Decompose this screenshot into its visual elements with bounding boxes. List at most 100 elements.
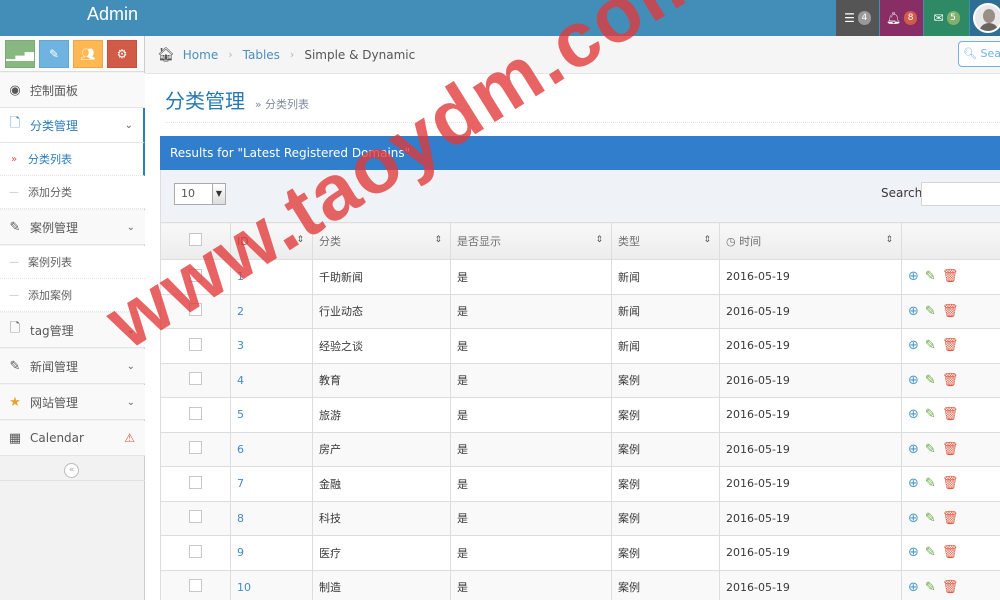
trash-icon[interactable]: 🗑︎: [942, 338, 959, 353]
pencil-icon[interactable]: ✎: [925, 304, 936, 319]
trash-icon[interactable]: 🗑︎: [942, 407, 959, 422]
row-visible: 是: [450, 431, 612, 467]
zoom-in-icon[interactable]: ⊕: [908, 545, 919, 560]
row-checkbox[interactable]: [189, 544, 202, 558]
tasks-icon: ☰: [844, 11, 855, 25]
column-header-id[interactable]: ID ⇕: [230, 222, 313, 260]
brand-title[interactable]: Admin: [87, 4, 138, 25]
column-header-visible[interactable]: 是否显示 ⇕: [450, 222, 612, 260]
breadcrumb-current: Simple & Dynamic: [304, 47, 416, 62]
sidebar-item-category[interactable]: 🗋︎ 分类管理 ⌄: [0, 108, 145, 143]
row-id-link[interactable]: 2: [237, 305, 244, 318]
double-angle-left-icon[interactable]: «: [64, 463, 79, 478]
pencil-icon[interactable]: ✎: [925, 373, 936, 388]
sidebar-item-case[interactable]: ✎ 案例管理 ⌄: [0, 210, 145, 245]
messages-button[interactable]: ✉ 5: [924, 0, 969, 36]
column-header-time[interactable]: ◷ 时间 ⇕: [719, 222, 902, 260]
breadcrumb-tables-link[interactable]: Tables: [243, 48, 280, 62]
zoom-in-icon[interactable]: ⊕: [908, 373, 919, 388]
pencil-icon[interactable]: ✎: [925, 407, 936, 422]
select-all-checkbox[interactable]: [189, 233, 202, 246]
row-id-link[interactable]: 4: [237, 374, 244, 387]
pencil-icon[interactable]: ✎: [925, 545, 936, 560]
trash-icon[interactable]: 🗑︎: [942, 545, 959, 560]
pencil-icon[interactable]: ✎: [925, 580, 936, 595]
shortcut-stats-button[interactable]: ▁▃▅: [5, 39, 35, 68]
row-id-link[interactable]: 9: [237, 546, 244, 559]
table-search-input[interactable]: [921, 182, 1000, 206]
table-row: 6 房产是案例 2016-05-19 ⊕ ✎ 🗑︎: [160, 431, 1000, 467]
row-checkbox[interactable]: [189, 372, 202, 386]
row-checkbox[interactable]: [189, 406, 202, 420]
row-checkbox[interactable]: [189, 268, 202, 282]
sidebar-item-dashboard[interactable]: ◉ 控制面板: [0, 73, 145, 108]
pencil-icon[interactable]: ✎: [925, 442, 936, 457]
row-visible: 是: [450, 293, 612, 329]
page-length-select[interactable]: 10 ▼: [174, 183, 226, 205]
row-visible: 是: [450, 466, 612, 502]
zoom-in-icon[interactable]: ⊕: [908, 269, 919, 284]
sidebar-item-site[interactable]: ★ 网站管理 ⌄: [0, 385, 145, 420]
zoom-in-icon[interactable]: ⊕: [908, 511, 919, 526]
edit-icon: ✎: [9, 219, 21, 235]
select-all-header: [160, 222, 231, 260]
zoom-in-icon[interactable]: ⊕: [908, 442, 919, 457]
row-id-link[interactable]: 7: [237, 477, 244, 490]
row-id: 10: [230, 569, 313, 600]
zoom-in-icon[interactable]: ⊕: [908, 476, 919, 491]
zoom-in-icon[interactable]: ⊕: [908, 338, 919, 353]
sidebar-item-label: 网站管理: [30, 395, 79, 410]
home-icon[interactable]: 🏠︎: [157, 47, 175, 63]
sidebar-item-calendar[interactable]: ▦ Calendar ⚠: [0, 421, 145, 456]
sidebar-subitem-category-list[interactable]: » 分类列表: [0, 143, 145, 176]
tasks-button[interactable]: ☰ 4: [836, 0, 879, 36]
pencil-icon[interactable]: ✎: [925, 269, 936, 284]
nav-search-input[interactable]: 🔍︎ Search: [958, 41, 1000, 67]
row-id-link[interactable]: 10: [237, 581, 251, 594]
shortcut-edit-button[interactable]: ✎: [39, 39, 69, 68]
page-length-value: 10: [181, 187, 195, 200]
zoom-in-icon[interactable]: ⊕: [908, 407, 919, 422]
notifications-button[interactable]: 🔔︎ 8: [880, 0, 923, 36]
row-id: 3: [230, 328, 313, 364]
row-checkbox[interactable]: [189, 475, 202, 489]
sort-icon: ⇕: [434, 235, 442, 245]
sidebar-subitem-add-case[interactable]: — 添加案例: [0, 279, 145, 312]
sidebar-item-tag[interactable]: 🗋︎ tag管理 ⌄: [0, 313, 145, 348]
row-checkbox[interactable]: [189, 441, 202, 455]
shortcut-users-button[interactable]: 👥︎: [73, 39, 103, 68]
trash-icon[interactable]: 🗑︎: [942, 269, 959, 284]
breadcrumb-home-link[interactable]: Home: [183, 48, 218, 62]
trash-icon[interactable]: 🗑︎: [942, 442, 959, 457]
trash-icon[interactable]: 🗑︎: [942, 476, 959, 491]
trash-icon[interactable]: 🗑︎: [942, 304, 959, 319]
sidebar-item-news[interactable]: ✎ 新闻管理 ⌄: [0, 349, 145, 384]
row-id-link[interactable]: 5: [237, 408, 244, 421]
row-checkbox[interactable]: [189, 337, 202, 351]
sidebar-subitem-add-category[interactable]: — 添加分类: [0, 176, 145, 209]
sidebar-subitem-case-list[interactable]: — 案例列表: [0, 246, 145, 279]
row-visible: 是: [450, 328, 612, 364]
row-checkbox[interactable]: [189, 579, 202, 593]
user-avatar[interactable]: [970, 0, 1000, 36]
pencil-icon[interactable]: ✎: [925, 476, 936, 491]
row-select-cell: [160, 569, 231, 600]
column-header-category[interactable]: 分类 ⇕: [312, 222, 451, 260]
row-id-link[interactable]: 1: [237, 270, 244, 283]
shortcut-settings-button[interactable]: ⚙: [107, 39, 137, 68]
row-checkbox[interactable]: [189, 510, 202, 524]
row-id-link[interactable]: 6: [237, 443, 244, 456]
pencil-icon[interactable]: ✎: [925, 511, 936, 526]
edit-icon: ✎: [9, 358, 21, 374]
trash-icon[interactable]: 🗑︎: [942, 373, 959, 388]
zoom-in-icon[interactable]: ⊕: [908, 304, 919, 319]
row-checkbox[interactable]: [189, 303, 202, 317]
trash-icon[interactable]: 🗑︎: [942, 580, 959, 595]
zoom-in-icon[interactable]: ⊕: [908, 580, 919, 595]
row-id-link[interactable]: 8: [237, 512, 244, 525]
column-header-type[interactable]: 类型 ⇕: [611, 222, 720, 260]
row-id-link[interactable]: 3: [237, 339, 244, 352]
row-time: 2016-05-19: [719, 259, 902, 295]
trash-icon[interactable]: 🗑︎: [942, 511, 959, 526]
pencil-icon[interactable]: ✎: [925, 338, 936, 353]
